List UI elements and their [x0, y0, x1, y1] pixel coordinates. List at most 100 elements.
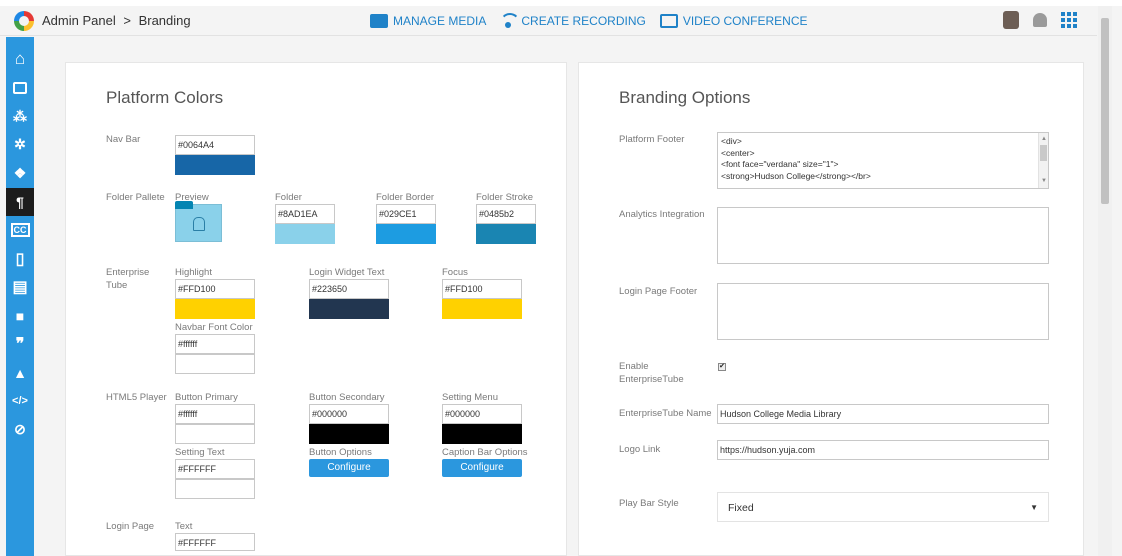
logo-link-input[interactable]: https://hudson.yuja.com — [717, 440, 1049, 460]
sidebar-item-monitor[interactable] — [6, 74, 34, 103]
folder-border-swatch[interactable] — [376, 224, 436, 244]
focus-input[interactable]: #FFD100 — [442, 279, 522, 299]
sidebar-item-branding[interactable]: ¶ — [6, 187, 34, 216]
folder-color-input[interactable]: #8AD1EA — [275, 204, 335, 224]
home-icon: ⌂ — [14, 49, 26, 69]
breadcrumb-admin-panel[interactable]: Admin Panel — [42, 13, 116, 28]
navbar-font-color-swatch[interactable] — [175, 354, 255, 374]
play-bar-style-select[interactable]: Fixed ▼ — [717, 492, 1049, 522]
broadcast-icon — [500, 13, 521, 29]
enterprisetube-name-input[interactable]: Hudson College Media Library — [717, 404, 1049, 424]
code-icon: </> — [12, 395, 28, 408]
enable-enterprisetube-label-1: Enable — [619, 361, 649, 372]
sidebar: ⌂ ⁂ ✲ ❖ ¶ CC ▯ ▤ ■ ❞ ▲ </> ⊘ — [6, 37, 34, 556]
page-scroll-thumb[interactable] — [1101, 18, 1109, 204]
branding-options-panel: Branding Options Platform Footer <div> <… — [578, 62, 1084, 556]
button-primary-swatch[interactable] — [175, 424, 255, 444]
folder-stroke-input[interactable]: #0485b2 — [476, 204, 536, 224]
enterprisetube-name-label: EnterpriseTube Name — [619, 408, 712, 419]
focus-swatch[interactable] — [442, 299, 522, 319]
button-secondary-input[interactable]: #000000 — [309, 404, 389, 424]
sidebar-item-home[interactable]: ⌂ — [6, 45, 34, 74]
folder-border-label: Folder Border — [376, 192, 435, 203]
footer-line: <strong>Hudson College</strong></br> — [721, 170, 871, 181]
person-icon — [193, 217, 205, 231]
video-conference-link[interactable]: VIDEO CONFERENCE — [659, 13, 808, 29]
mobile-icon: ▯ — [15, 250, 25, 268]
button-options-configure-button[interactable]: Configure — [309, 459, 389, 477]
bell-icon[interactable] — [1033, 13, 1047, 27]
sidebar-item-quotes[interactable]: ❞ — [6, 330, 34, 359]
sidebar-item-users[interactable]: ⁂ — [6, 102, 34, 131]
login-page-footer-textarea[interactable] — [717, 283, 1049, 340]
manage-media-link[interactable]: MANAGE MEDIA — [370, 13, 486, 29]
button-secondary-label: Button Secondary — [309, 392, 385, 403]
breadcrumb-separator: > — [123, 13, 131, 28]
navbar-color-swatch[interactable] — [175, 155, 255, 175]
navbar-font-color-input[interactable]: #ffffff — [175, 334, 255, 354]
footer-scroll-thumb[interactable] — [1040, 145, 1047, 161]
top-nav: MANAGE MEDIA CREATE RECORDING VIDEO CONF… — [370, 13, 808, 29]
login-page-footer-label: Login Page Footer — [619, 286, 698, 297]
sidebar-item-mobile[interactable]: ▯ — [6, 245, 34, 274]
focus-label: Focus — [442, 267, 468, 278]
play-bar-style-label: Play Bar Style — [619, 498, 679, 509]
setting-text-swatch[interactable] — [175, 479, 255, 499]
navbar-font-color-label: Navbar Font Color — [175, 322, 253, 333]
highlight-input[interactable]: #FFD100 — [175, 279, 255, 299]
conference-icon — [659, 14, 678, 28]
branding-icon: ¶ — [16, 193, 24, 210]
sidebar-item-integrations[interactable]: ❖ — [6, 159, 34, 188]
avatar[interactable] — [1003, 11, 1019, 29]
platform-footer-textarea[interactable]: <div> <center> <font face="verdana" size… — [717, 132, 1049, 189]
folder-color-label: Folder — [275, 192, 302, 203]
sidebar-item-code[interactable]: </> — [6, 387, 34, 416]
create-recording-link[interactable]: CREATE RECORDING — [500, 13, 646, 29]
scroll-down-icon[interactable]: ▼ — [1041, 176, 1047, 188]
folder-stroke-label: Folder Stroke — [476, 192, 534, 203]
users-icon: ⁂ — [13, 107, 27, 124]
logo-link-label: Logo Link — [619, 444, 661, 455]
enable-enterprisetube-checkbox[interactable]: ✔ — [718, 363, 726, 371]
apps-grid-icon[interactable] — [1061, 12, 1077, 28]
folder-stroke-swatch[interactable] — [476, 224, 536, 244]
button-secondary-swatch[interactable] — [309, 424, 389, 444]
sidebar-item-alerts[interactable]: ▲ — [6, 359, 34, 388]
sidebar-item-settings[interactable]: ✲ — [6, 131, 34, 160]
platform-colors-panel: Platform Colors Nav Bar #0064A4 Folder P… — [65, 62, 567, 556]
app-window: Admin Panel > Branding MANAGE MEDIA CREA… — [0, 6, 1122, 556]
setting-text-input[interactable]: #FFFFFF — [175, 459, 255, 479]
page-scrollbar[interactable] — [1098, 6, 1112, 556]
login-widget-text-swatch[interactable] — [309, 299, 389, 319]
footer-textarea-scrollbar[interactable]: ▲ ▼ — [1038, 133, 1048, 188]
top-right-controls — [1003, 11, 1077, 29]
alert-icon: ▲ — [13, 364, 27, 381]
yuja-logo-icon[interactable] — [14, 11, 34, 31]
caption-bar-configure-button[interactable]: Configure — [442, 459, 522, 477]
folder-border-input[interactable]: #029CE1 — [376, 204, 436, 224]
navbar-label: Nav Bar — [106, 134, 141, 145]
sidebar-item-video[interactable]: ■ — [6, 302, 34, 331]
sidebar-item-captions[interactable]: CC — [6, 216, 34, 245]
platform-footer-label: Platform Footer — [619, 134, 685, 145]
video-camera-icon: ■ — [15, 307, 25, 324]
enable-enterprisetube-label-2: EnterpriseTube — [619, 374, 684, 385]
navbar-color-input[interactable]: #0064A4 — [175, 135, 255, 155]
analytics-integration-textarea[interactable] — [717, 207, 1049, 264]
folder-icon — [370, 14, 388, 28]
login-page-label: Login Page — [106, 521, 155, 532]
manage-media-label: MANAGE MEDIA — [393, 14, 487, 28]
highlight-swatch[interactable] — [175, 299, 255, 319]
footer-line: <font face="verdana" size="1"> — [721, 159, 839, 169]
folder-color-swatch[interactable] — [275, 224, 335, 244]
sidebar-item-archive[interactable]: ▤ — [6, 273, 34, 302]
video-conference-label: VIDEO CONFERENCE — [682, 14, 808, 28]
sidebar-item-analytics[interactable]: ⊘ — [6, 416, 34, 445]
chevron-down-icon: ▼ — [1030, 503, 1038, 512]
scroll-up-icon[interactable]: ▲ — [1041, 134, 1047, 146]
button-primary-input[interactable]: #ffffff — [175, 404, 255, 424]
login-widget-text-input[interactable]: #223650 — [309, 279, 389, 299]
setting-menu-input[interactable]: #000000 — [442, 404, 522, 424]
login-text-input[interactable]: #FFFFFF — [175, 533, 255, 551]
setting-menu-swatch[interactable] — [442, 424, 522, 444]
